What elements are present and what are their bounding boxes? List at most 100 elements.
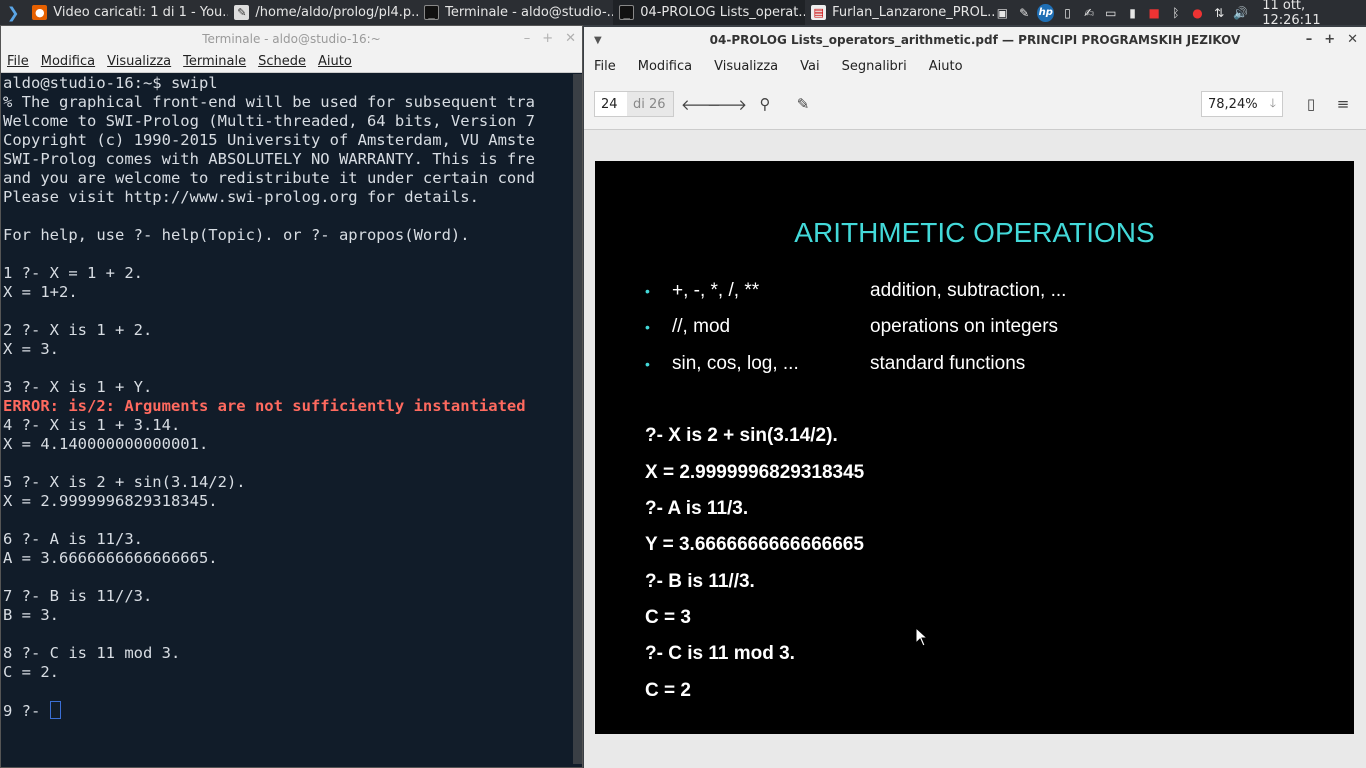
menu-schede[interactable]: Schede — [252, 54, 312, 69]
pdf-menubar: File Modifica Visualizza Vai Segnalibri … — [584, 53, 1366, 79]
terminal-line: % The graphical front-end will be used f… — [3, 93, 535, 111]
bullet-operators: sin, cos, log, ... — [672, 353, 799, 374]
clock[interactable]: 11 ott, 12:26:11 — [1262, 0, 1360, 28]
whisker-menu-icon[interactable]: ❯ — [0, 0, 26, 25]
bluetooth-icon[interactable]: ᛒ — [1168, 4, 1185, 22]
menu-visualizza[interactable]: Visualizza — [714, 59, 778, 74]
terminal-line: For help, use ?- help(Topic). or ?- apro… — [3, 226, 470, 244]
terminal-line: Welcome to SWI-Prolog (Multi-threaded, 6… — [3, 112, 535, 130]
notes-icon[interactable]: ✍ — [1081, 4, 1098, 22]
terminal-scrollbar[interactable] — [573, 74, 582, 764]
terminal-window: Terminale - aldo@studio-16:~ – + ✕ File … — [0, 25, 583, 768]
menu-vai[interactable]: Vai — [800, 59, 819, 74]
terminal-line: X = 2.9999996829318345. — [3, 492, 218, 510]
terminal-prompt-line[interactable]: 9 ?- — [3, 701, 574, 720]
terminal-line: X = 1+2. — [3, 283, 78, 301]
record-icon[interactable]: ● — [1189, 4, 1206, 22]
terminal-cursor — [49, 701, 61, 719]
terminal-line: Please visit http://www.swi-prolog.org f… — [3, 188, 479, 206]
system-tray: ▣ ✎ hp ▯ ✍ ▭ ▮ ■ ᛒ ● ⇅ 🔊 11 ott, 12:26:1… — [994, 0, 1366, 28]
hamburger-menu-icon[interactable]: ≡ — [1330, 91, 1356, 117]
terminal-icon: _ — [619, 5, 635, 20]
menu-modifica[interactable]: Modifica — [35, 54, 101, 69]
maximize-icon[interactable]: + — [1324, 32, 1335, 47]
next-page-icon[interactable]: 🡒 — [707, 91, 747, 117]
menu-aiuto[interactable]: Aiuto — [312, 54, 358, 69]
code-line: ?- A is 11/3. — [645, 498, 749, 519]
close-icon[interactable]: ✕ — [1347, 32, 1358, 47]
bullet-operators: //, mod — [672, 316, 731, 337]
menu-visualizza[interactable]: Visualizza — [101, 54, 177, 69]
terminal-output[interactable]: aldo@studio-16:~$ swipl% The graphical f… — [1, 74, 574, 764]
pdf-viewer-window: ▼ 04-PROLOG Lists_operators_arithmetic.p… — [584, 27, 1366, 768]
page-total: di 26 — [627, 92, 673, 116]
task-pdf-2[interactable]: ▤ Furlan_Lanzarone_PROL... — [805, 0, 994, 25]
terminal-prompt: 9 ?- — [3, 702, 50, 720]
document-icon: ▤ — [811, 5, 827, 20]
close-icon[interactable]: ✕ — [565, 31, 576, 46]
zoom-select[interactable]: 78,24% 🡓 — [1201, 91, 1283, 117]
task-pdf-active[interactable]: _ 04-PROLOG Lists_operat... — [613, 0, 806, 25]
slide-title: ARITHMETIC OPERATIONS — [794, 217, 1155, 248]
terminal-title: Terminale - aldo@studio-16:~ — [202, 31, 381, 46]
window-menu-icon[interactable]: ▼ — [594, 35, 602, 46]
hp-icon[interactable]: hp — [1037, 3, 1055, 22]
top-panel: ❯ ● Video caricati: 1 di 1 - You... ✎ /h… — [0, 0, 1366, 28]
pdf-toolbar: 24 di 26 🡐 🡒 ⚲ ✎ 78,24% 🡓 ▯ ≡ — [584, 79, 1366, 129]
menu-file[interactable]: File — [1, 54, 35, 69]
search-icon[interactable]: ⚲ — [752, 91, 778, 117]
clipboard-icon[interactable]: ▭ — [1103, 4, 1120, 22]
task-browser[interactable]: ● Video caricati: 1 di 1 - You... — [26, 0, 228, 25]
menu-file[interactable]: File — [594, 59, 616, 74]
firefox-icon: ● — [32, 5, 48, 20]
bullet-description: addition, subtraction, ... — [870, 280, 1067, 301]
terminal-titlebar[interactable]: Terminale - aldo@studio-16:~ – + ✕ — [1, 26, 582, 51]
minimize-icon[interactable]: – — [524, 31, 531, 46]
pdf-titlebar[interactable]: ▼ 04-PROLOG Lists_operators_arithmetic.p… — [584, 27, 1366, 53]
file-icon[interactable]: ▯ — [1059, 4, 1076, 22]
slide-page: ARITHMETIC OPERATIONS • +, -, *, /, ** a… — [595, 161, 1354, 734]
code-line: ?- X is 2 + sin(3.14/2). — [645, 425, 838, 446]
terminal-line: 4 ?- X is 1 + 3.14. — [3, 416, 181, 434]
page-selector: 24 di 26 — [594, 91, 674, 117]
menu-modifica[interactable]: Modifica — [638, 59, 692, 74]
terminal-error-line: ERROR: is/2: Arguments are not sufficien… — [3, 397, 526, 415]
terminal-line: and you are welcome to redistribute it u… — [3, 169, 535, 187]
edit-icon[interactable]: ✎ — [1016, 4, 1033, 22]
task-label: /home/aldo/prolog/pl4.p... — [255, 5, 419, 20]
menu-terminale[interactable]: Terminale — [177, 54, 252, 69]
terminal-line: 5 ?- X is 2 + sin(3.14/2). — [3, 473, 246, 491]
terminal-line: 6 ?- A is 11/3. — [3, 530, 143, 548]
terminal-line: B = 3. — [3, 606, 59, 624]
terminal-line: C = 2. — [3, 663, 59, 681]
page-number-input[interactable]: 24 — [595, 97, 627, 112]
task-label: Video caricati: 1 di 1 - You... — [53, 5, 229, 20]
code-line: C = 2 — [645, 680, 691, 701]
menu-aiuto[interactable]: Aiuto — [929, 59, 963, 74]
screen-icon[interactable]: ■ — [1146, 4, 1163, 22]
terminal-line: aldo@studio-16:~$ swipl — [3, 74, 218, 92]
sidebar-toggle-icon[interactable]: ▯ — [1298, 91, 1324, 117]
bullet-item: • +, -, *, /, ** addition, subtraction, … — [645, 279, 1066, 303]
menu-segnalibri[interactable]: Segnalibri — [842, 59, 907, 74]
minimize-icon[interactable]: – — [1306, 32, 1313, 47]
maximize-icon[interactable]: + — [542, 31, 553, 46]
task-label: Terminale - aldo@studio-... — [445, 5, 614, 20]
bullet-description: standard functions — [870, 353, 1026, 374]
battery-icon[interactable]: ▮ — [1124, 4, 1141, 22]
terminal-line: 2 ?- X is 1 + 2. — [3, 321, 153, 339]
terminal-line: X = 4.140000000000001. — [3, 435, 209, 453]
terminal-launcher-icon[interactable]: ▣ — [994, 4, 1011, 22]
task-editor[interactable]: ✎ /home/aldo/prolog/pl4.p... — [228, 0, 418, 25]
network-icon[interactable]: ⇅ — [1211, 4, 1228, 22]
annotate-icon[interactable]: ✎ — [790, 91, 816, 117]
document-view[interactable]: ARITHMETIC OPERATIONS • +, -, *, /, ** a… — [584, 129, 1366, 768]
terminal-line: 1 ?- X = 1 + 2. — [3, 264, 143, 282]
volume-icon[interactable]: 🔊 — [1233, 4, 1250, 22]
task-terminal[interactable]: _ Terminale - aldo@studio-... — [418, 0, 613, 25]
terminal-line: 3 ?- X is 1 + Y. — [3, 378, 153, 396]
